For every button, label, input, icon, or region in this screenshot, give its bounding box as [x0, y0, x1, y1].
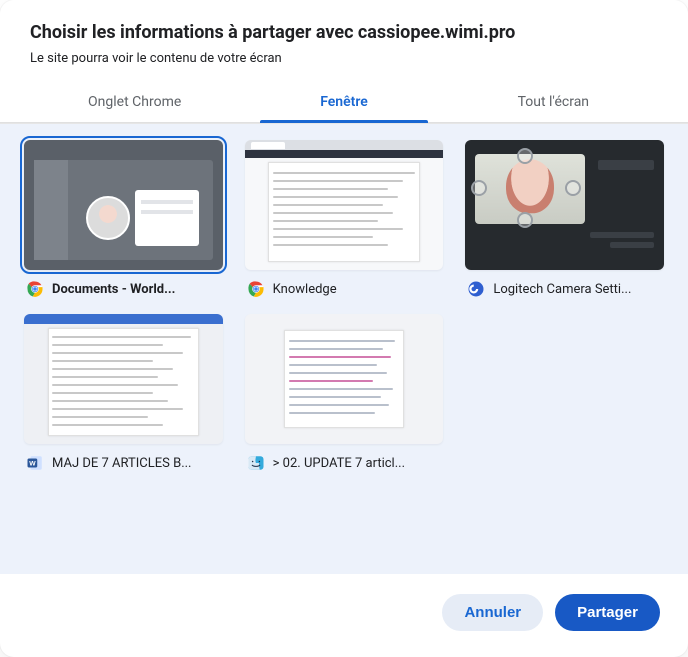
- window-picker: Documents - World...: [0, 123, 688, 574]
- window-thumbnail: [24, 140, 223, 270]
- window-tile-documents[interactable]: Documents - World...: [22, 138, 225, 298]
- window-tile-knowledge[interactable]: Knowledge: [243, 138, 446, 298]
- tab-window[interactable]: Fenêtre: [239, 84, 448, 122]
- window-tile-word-doc[interactable]: W MAJ DE 7 ARTICLES B...: [22, 312, 225, 472]
- window-thumbnail: [245, 314, 444, 444]
- logitech-icon: [467, 280, 485, 298]
- tab-label: Tout l'écran: [518, 94, 589, 110]
- dialog-header: Choisir les informations à partager avec…: [0, 0, 688, 70]
- window-tile-label: Logitech Camera Setti...: [493, 282, 631, 297]
- window-grid: Documents - World...: [22, 138, 666, 472]
- window-tile-label: MAJ DE 7 ARTICLES B...: [52, 456, 191, 471]
- word-icon: W: [26, 454, 44, 472]
- source-type-tabs: Onglet Chrome Fenêtre Tout l'écran: [0, 70, 688, 123]
- window-tile-finder[interactable]: > 02. UPDATE 7 articl...: [243, 312, 446, 472]
- svg-text:W: W: [29, 460, 36, 467]
- dialog-subtitle: Le site pourra voir le contenu de votre …: [30, 51, 658, 66]
- window-thumbnail: [465, 140, 664, 270]
- share-button[interactable]: Partager: [555, 594, 660, 631]
- window-tile-logitech[interactable]: Logitech Camera Setti...: [463, 138, 666, 298]
- chrome-icon: [247, 280, 265, 298]
- window-thumbnail: [245, 140, 444, 270]
- window-tile-label: > 02. UPDATE 7 articl...: [273, 456, 405, 471]
- cancel-button[interactable]: Annuler: [442, 594, 543, 631]
- window-thumbnail: [24, 314, 223, 444]
- dialog-footer: Annuler Partager: [0, 574, 688, 657]
- tab-label: Onglet Chrome: [88, 94, 181, 110]
- dialog-title: Choisir les informations à partager avec…: [30, 22, 658, 43]
- window-tile-label: Documents - World...: [52, 282, 175, 297]
- tab-label: Fenêtre: [320, 94, 368, 110]
- window-tile-label: Knowledge: [273, 282, 337, 297]
- share-screen-dialog: Choisir les informations à partager avec…: [0, 0, 688, 657]
- tab-entire-screen[interactable]: Tout l'écran: [449, 84, 658, 122]
- tab-chrome[interactable]: Onglet Chrome: [30, 84, 239, 122]
- chrome-icon: [26, 280, 44, 298]
- finder-icon: [247, 454, 265, 472]
